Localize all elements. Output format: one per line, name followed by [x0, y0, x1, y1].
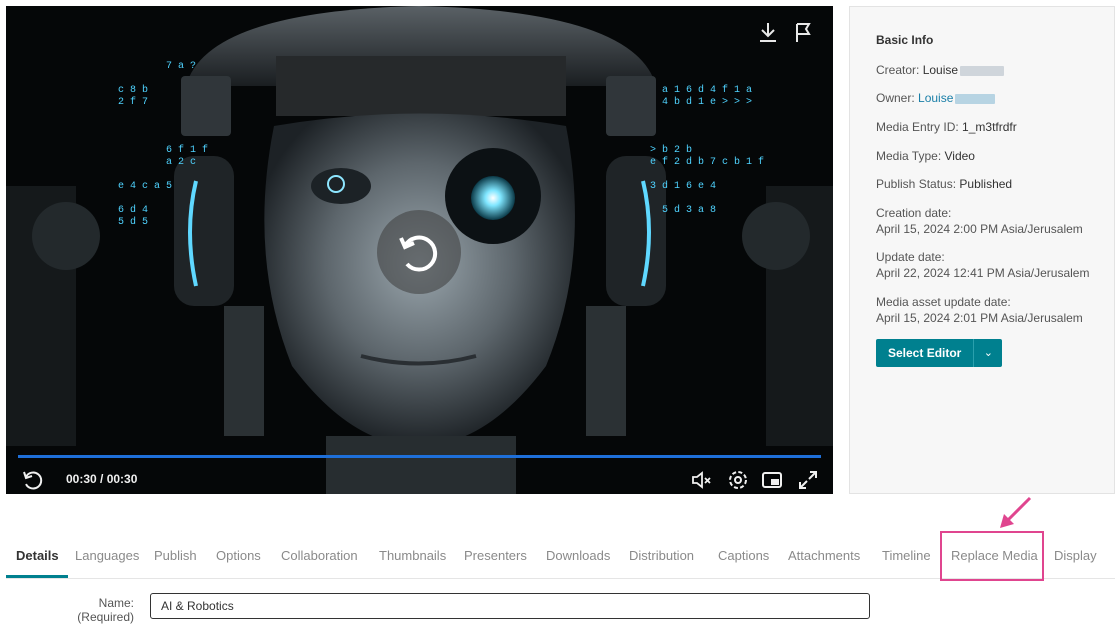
update-date-label: Update date: [876, 250, 945, 264]
svg-text:e 4 c a 5: e 4 c a 5 [118, 181, 172, 192]
svg-text:7 a ?: 7 a ? [166, 61, 196, 72]
media-type-row: Media Type: Video [876, 149, 975, 163]
pip-button[interactable] [760, 468, 784, 492]
tab-thumbnails[interactable]: Thumbnails [379, 548, 446, 563]
download-icon[interactable] [756, 20, 780, 44]
name-input[interactable] [150, 593, 870, 619]
svg-text:6 f 1 f: 6 f 1 f [166, 144, 208, 156]
settings-button[interactable] [726, 468, 750, 492]
basic-info-panel: Basic Info Creator: Louise Owner: Louise… [849, 6, 1115, 494]
svg-text:c 8 b: c 8 b [118, 84, 148, 96]
owner-row: Owner: Louise [876, 90, 996, 106]
entry-id-value: 1_m3tfrdfr [962, 120, 1017, 134]
tab-downloads[interactable]: Downloads [546, 548, 610, 563]
svg-text:3 d 1 6 e 4: 3 d 1 6 e 4 [650, 180, 716, 192]
svg-text:5 d 3 a 8: 5 d 3 a 8 [662, 204, 716, 216]
settings-icon [729, 471, 747, 489]
time-display: 00:30 / 00:30 [66, 472, 138, 486]
active-tab-indicator [6, 575, 68, 578]
asset-update-date-label: Media asset update date: [876, 295, 1011, 309]
owner-link[interactable]: Louise [918, 91, 953, 105]
progress-bar[interactable] [18, 455, 821, 458]
mute-icon [692, 471, 711, 489]
flag-icon[interactable] [792, 20, 816, 44]
svg-text:e f 2 d b 7 c b 1 f: e f 2 d b 7 c b 1 f [650, 156, 764, 168]
replay-icon [399, 235, 438, 272]
publish-status-value: Published [959, 177, 1013, 191]
tab-collaboration[interactable]: Collaboration [281, 548, 358, 563]
select-editor-split-button: Select Editor ⌄ [876, 339, 1003, 367]
svg-text:2 f 7: 2 f 7 [118, 96, 148, 108]
tab-attachments[interactable]: Attachments [788, 548, 860, 563]
creation-date-value: April 15, 2024 2:00 PM Asia/Jerusalem [876, 222, 1083, 236]
select-editor-dropdown[interactable]: ⌄ [973, 339, 1003, 367]
tab-publish[interactable]: Publish [154, 548, 197, 563]
annotation-arrow-icon [1000, 496, 1032, 528]
chevron-down-icon: ⌄ [983, 347, 993, 359]
fullscreen-icon [799, 471, 817, 489]
replay-button[interactable] [377, 210, 461, 294]
tab-display[interactable]: Display [1054, 548, 1097, 563]
creator-value: Louise [922, 63, 959, 77]
mute-button[interactable] [690, 468, 714, 492]
svg-text:6 d 4: 6 d 4 [118, 204, 148, 216]
name-field-label: Name: (Required) [77, 596, 134, 624]
replace-media-highlight [940, 531, 1044, 581]
basic-info-title: Basic Info [876, 33, 934, 47]
redacted-text [960, 65, 1005, 76]
tab-distribution[interactable]: Distribution [629, 548, 694, 563]
entry-id-row: Media Entry ID: 1_m3tfrdfr [876, 120, 1017, 134]
update-date-value: April 22, 2024 12:41 PM Asia/Jerusalem [876, 266, 1090, 280]
creation-date-label: Creation date: [876, 206, 952, 220]
tab-options[interactable]: Options [216, 548, 261, 563]
video-player[interactable]: 7 a ? c 8 b 2 f 7 6 f 1 f a 2 c e 4 c a … [6, 6, 833, 494]
tab-languages[interactable]: Languages [75, 548, 139, 563]
svg-text:5 d 5: 5 d 5 [118, 216, 148, 228]
creator-row: Creator: Louise [876, 62, 1005, 78]
select-editor-button[interactable]: Select Editor [876, 339, 974, 367]
svg-text:4 b d 1 e > > >: 4 b d 1 e > > > [662, 96, 752, 108]
pip-icon [762, 472, 782, 488]
redacted-text [955, 93, 996, 104]
fullscreen-button[interactable] [796, 468, 820, 492]
publish-status-row: Publish Status: Published [876, 177, 1013, 191]
svg-text:a 2 c: a 2 c [166, 157, 196, 168]
tab-timeline[interactable]: Timeline [882, 548, 931, 563]
media-type-value: Video [944, 149, 975, 163]
tab-captions[interactable]: Captions [718, 548, 769, 563]
asset-update-date-value: April 15, 2024 2:01 PM Asia/Jerusalem [876, 311, 1083, 325]
replay-icon [23, 471, 43, 490]
svg-text:a 1 6 d 4 f 1 a: a 1 6 d 4 f 1 a [662, 84, 752, 96]
tab-details[interactable]: Details [16, 548, 59, 563]
replay-control-button[interactable] [20, 468, 44, 492]
tab-presenters[interactable]: Presenters [464, 548, 527, 563]
svg-text:> b 2 b: > b 2 b [650, 144, 692, 156]
